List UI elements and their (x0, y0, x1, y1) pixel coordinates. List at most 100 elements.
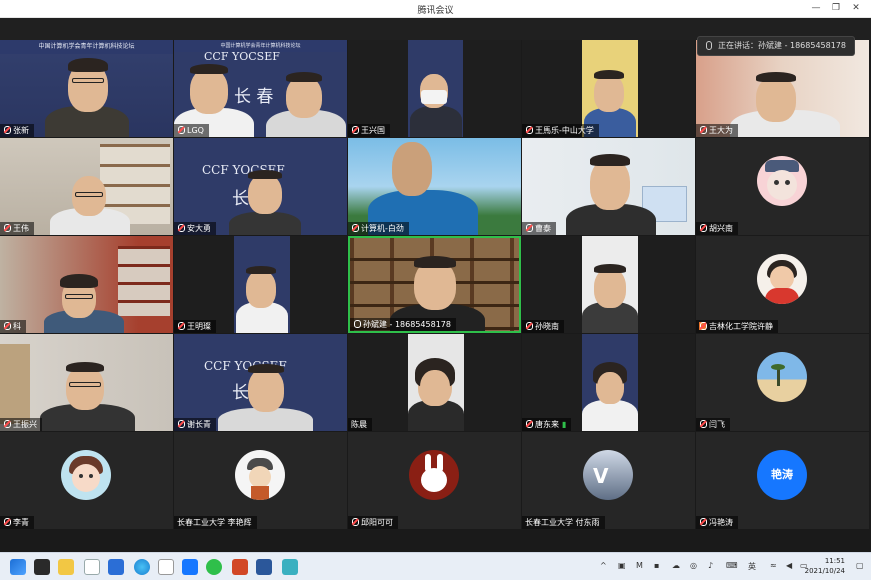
participant-name: 孙斌建 - 18685458178 (350, 318, 456, 331)
clock-time: 11:51 (824, 557, 845, 565)
participant-name: 孙晓南 (522, 320, 564, 333)
notepad-icon[interactable] (282, 559, 298, 575)
participant-tile[interactable]: 孙晓南 (522, 236, 695, 333)
mic-muted-icon (3, 322, 11, 330)
restore-icon[interactable]: ❐ (829, 2, 843, 15)
cartoon-avatar-icon (235, 450, 285, 500)
volume-icon[interactable]: ◀ (786, 561, 792, 570)
mic-muted-icon (351, 518, 359, 526)
participant-tile[interactable]: V 长春工业大学 付东雨 (522, 432, 695, 529)
participant-name: 计算机-白劲 (348, 222, 409, 235)
tray-app-icon[interactable]: ▣ (618, 561, 626, 570)
signal-icon: ▮ (562, 420, 567, 429)
participant-tile[interactable]: 唐东来 ▮ (522, 334, 695, 431)
wechat-icon[interactable] (206, 559, 222, 575)
participant-hair (66, 362, 104, 372)
wifi-icon[interactable]: ≈ (770, 561, 777, 570)
user-photo-avatar (757, 254, 807, 304)
tray-app-icon[interactable]: ◎ (690, 561, 697, 570)
mic-muted-icon (177, 224, 185, 232)
notification-icon[interactable]: ▢ (856, 561, 864, 570)
participant-tile[interactable]: 胡兴南 (696, 138, 869, 235)
door (0, 344, 30, 424)
glasses-icon (72, 78, 104, 83)
participant-tile[interactable]: 计算机-白劲 (348, 138, 521, 235)
participant-name: 王兴国 (348, 124, 390, 137)
participant-face (392, 142, 432, 196)
mic-muted-icon (525, 224, 533, 232)
participant-face (248, 174, 282, 214)
face-mask (421, 90, 447, 104)
participant-tile[interactable]: 艳涛 冯艳涛 (696, 432, 869, 529)
participant-tile[interactable]: 中国计算机学会青年计算机科技论坛 张新 (0, 40, 173, 137)
tray-meeting-icon[interactable]: ▪ (654, 561, 659, 570)
participant-tile[interactable]: 邱阳可可 (348, 432, 521, 529)
close-icon[interactable]: ✕ (849, 2, 863, 15)
mic-active-icon (353, 320, 361, 328)
edge-browser-icon[interactable] (134, 559, 150, 575)
participant-name: 胡兴南 (696, 222, 738, 235)
yocsef-banner: 中国计算机学会青年计算机科技论坛 (0, 40, 173, 54)
gmail-icon[interactable]: M (636, 561, 643, 570)
task-view-icon[interactable] (34, 559, 50, 575)
participant-face (594, 74, 624, 112)
taskbar-clock[interactable]: 11:51 2021/10/24 (805, 556, 845, 576)
participant-tile[interactable]: 王明璨 (174, 236, 347, 333)
window-title: 腾讯会议 (417, 6, 454, 16)
tray-onedrive-icon[interactable]: ☁ (672, 561, 680, 570)
window-titlebar: 腾讯会议 — ❐ ✕ (0, 0, 871, 18)
participant-tile[interactable]: CCF YOCSEF 长 春 安大勇 (174, 138, 347, 235)
keyboard-icon[interactable]: ⌨ (726, 561, 738, 570)
participant-name: 陈晨 (348, 418, 372, 431)
taskbar: ^ ▣ M ▪ ☁ ◎ ♪ ⌨ 英 ≈ ◀ ▭ 11:51 2021/10/24… (0, 552, 871, 580)
participant-tile[interactable]: 王伟 (0, 138, 173, 235)
mic-muted-icon (699, 224, 707, 232)
word-icon[interactable] (256, 559, 272, 575)
ccf-yocsef-text: CCF YOCSEF (204, 50, 280, 63)
microphone-tray-icon[interactable]: ♪ (708, 561, 713, 570)
participant-tile[interactable]: 吉林化工学院许静 (696, 236, 869, 333)
participant-hair (190, 64, 228, 74)
participant-face (246, 270, 276, 308)
file-explorer-icon[interactable] (58, 559, 74, 575)
participant-face (190, 68, 228, 114)
participant-tile[interactable]: CCF YOCSEF 长 春 谢长青 (174, 334, 347, 431)
microphone-icon (706, 41, 713, 50)
participant-tile[interactable]: 长春工业大学 李艳辉 (174, 432, 347, 529)
landscape-avatar (757, 352, 807, 402)
mic-muted-icon (3, 420, 11, 428)
mic-muted-icon (177, 126, 185, 134)
participant-face (597, 372, 623, 404)
participant-tile[interactable]: 王振兴 (0, 334, 173, 431)
participant-hair (246, 266, 276, 274)
participant-name: 吉林化工学院许静 (696, 320, 778, 333)
tencent-meeting-icon[interactable] (182, 559, 198, 575)
participant-face (66, 366, 104, 410)
participant-tile[interactable]: 王兴国 (348, 40, 521, 137)
minimize-icon[interactable]: — (809, 2, 823, 15)
participant-tile[interactable]: 闫飞 (696, 334, 869, 431)
powerpoint-icon[interactable] (232, 559, 248, 575)
mic-muted-icon (525, 420, 533, 428)
participant-tile[interactable]: 科 (0, 236, 173, 333)
participant-hair (248, 364, 284, 373)
chevron-up-icon[interactable]: ^ (600, 561, 607, 570)
ime-icon[interactable]: 英 (748, 561, 756, 572)
participant-face (286, 76, 322, 118)
participant-name: 李青 (0, 516, 34, 529)
speaking-label: 正在讲话：孙斌建 - 18685458178 (718, 41, 846, 50)
participant-tile[interactable]: 陈晨 (348, 334, 521, 431)
mic-muted-icon (3, 518, 11, 526)
participant-tile-active[interactable]: 孙斌建 - 18685458178 (348, 236, 521, 333)
app-icon[interactable] (108, 559, 124, 575)
participant-name: 王振兴 (0, 418, 42, 431)
calculator-icon[interactable] (84, 559, 100, 575)
participant-tile[interactable]: 李青 (0, 432, 173, 529)
participant-tile[interactable]: 曹泰 (522, 138, 695, 235)
windows-start-icon[interactable] (10, 559, 26, 575)
participant-tile[interactable]: 王馬乐-中山大学 (522, 40, 695, 137)
search-icon[interactable] (158, 559, 174, 575)
speaking-indicator: 正在讲话：孙斌建 - 18685458178 (697, 36, 855, 56)
participant-tile[interactable]: 中国计算机学会青年计算机科技论坛 CCF YOCSEF 长 春 LGQ (174, 40, 347, 137)
participant-name: 王伟 (0, 222, 34, 235)
